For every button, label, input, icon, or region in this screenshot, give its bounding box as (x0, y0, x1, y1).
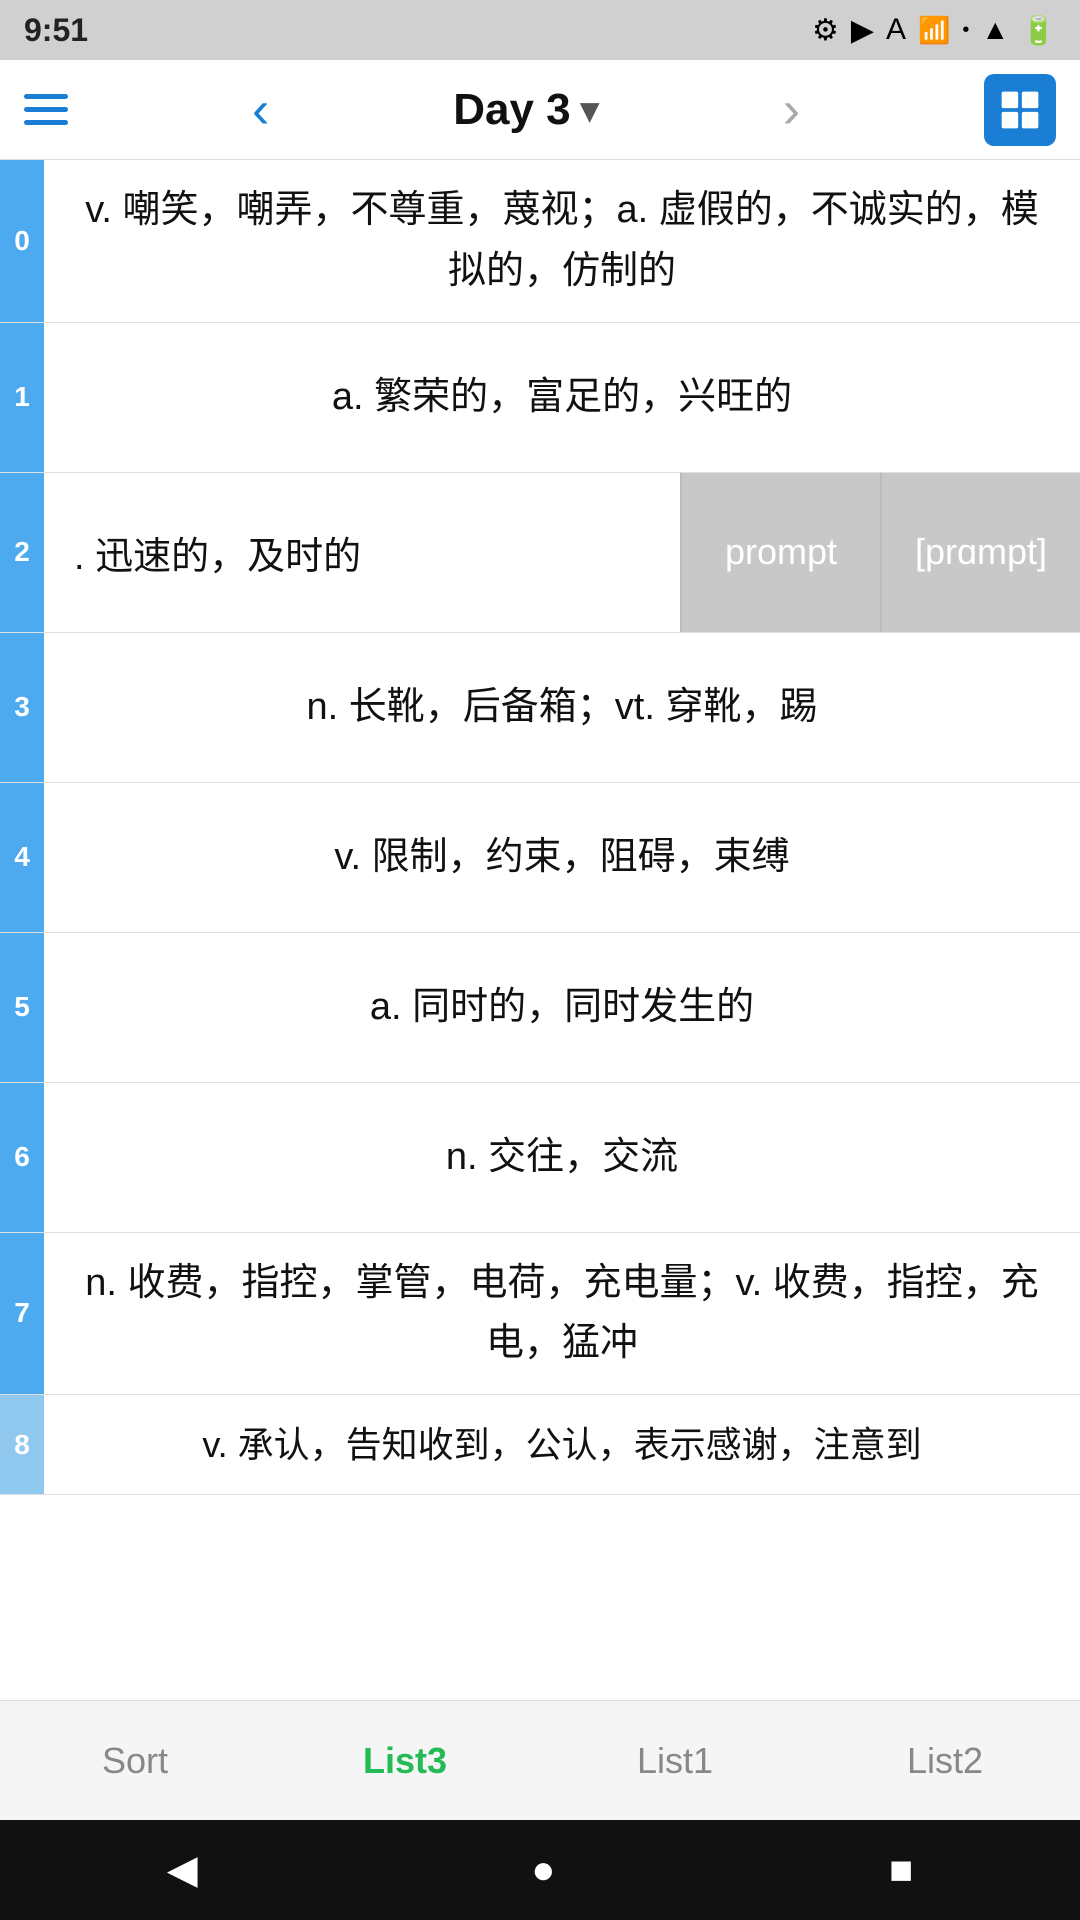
grid-view-button[interactable] (984, 74, 1056, 146)
signal-icon: ▲ (981, 14, 1009, 46)
chevron-down-icon: ▾ (581, 89, 599, 131)
word-partial-2: . 迅速的，及时的 (44, 473, 680, 632)
row-index-1: 1 (0, 323, 44, 472)
word-text-2: prompt (680, 473, 880, 632)
table-row[interactable]: 4 v. 限制，约束，阻碍，束缚 (0, 783, 1080, 933)
status-time: 9:51 (24, 12, 88, 49)
bottom-tabs: Sort List3 List1 List2 (0, 1700, 1080, 1820)
grid-icon (998, 88, 1042, 132)
table-row[interactable]: 8 v. 承认，告知收到，公认，表示感谢，注意到 (0, 1395, 1080, 1495)
word-definition-3: n. 长靴，后备箱；vt. 穿靴，踢 (44, 633, 1080, 782)
table-row[interactable]: 6 n. 交往，交流 (0, 1083, 1080, 1233)
word-popup-2: prompt [prɑmpt] (680, 473, 1080, 632)
table-row[interactable]: 1 a. 繁荣的，富足的，兴旺的 (0, 323, 1080, 473)
word-definition-1: a. 繁荣的，富足的，兴旺的 (44, 323, 1080, 472)
table-row[interactable]: 2 . 迅速的，及时的 prompt [prɑmpt] (0, 473, 1080, 633)
table-row[interactable]: 3 n. 长靴，后备箱；vt. 穿靴，踢 (0, 633, 1080, 783)
tab-list3[interactable]: List3 (270, 1701, 540, 1820)
word-definition-4: v. 限制，约束，阻碍，束缚 (44, 783, 1080, 932)
forward-button[interactable]: › (783, 80, 800, 140)
tab-list2[interactable]: List2 (810, 1701, 1080, 1820)
row-index-4: 4 (0, 783, 44, 932)
gear-icon: ⚙ (812, 13, 839, 48)
word-definition-0: v. 嘲笑，嘲弄，不尊重，蔑视；a. 虚假的，不诚实的，模拟的，仿制的 (44, 160, 1080, 322)
page-title: Day 3 (453, 85, 570, 135)
row-index-0: 0 (0, 160, 44, 322)
android-back-button[interactable]: ◀ (167, 1847, 198, 1893)
row-index-8: 8 (0, 1395, 44, 1494)
table-row[interactable]: 7 n. 收费，指控，掌管，电荷，充电量；v. 收费，指控，充电，猛冲 (0, 1233, 1080, 1396)
row-index-2: 2 (0, 473, 44, 632)
back-button[interactable]: ‹ (252, 84, 269, 136)
table-row[interactable]: 5 a. 同时的，同时发生的 (0, 933, 1080, 1083)
tab-sort[interactable]: Sort (0, 1701, 270, 1820)
word-definition-8: v. 承认，告知收到，公认，表示感谢，注意到 (44, 1395, 1080, 1494)
android-home-button[interactable]: ● (531, 1848, 555, 1893)
word-definition-7: n. 收费，指控，掌管，电荷，充电量；v. 收费，指控，充电，猛冲 (44, 1233, 1080, 1395)
dot-icon: • (962, 19, 969, 42)
word-definition-5: a. 同时的，同时发生的 (44, 933, 1080, 1082)
nav-bar: ‹ Day 3 ▾ › (0, 60, 1080, 160)
android-nav-bar: ◀ ● ■ (0, 1820, 1080, 1920)
word-phonetic-2: [prɑmpt] (880, 473, 1080, 632)
word-list: 0 v. 嘲笑，嘲弄，不尊重，蔑视；a. 虚假的，不诚实的，模拟的，仿制的 1 … (0, 160, 1080, 1700)
status-icons: ⚙ ▶ A 📶 • ▲ 🔋 (812, 13, 1056, 48)
word-definition-6: n. 交往，交流 (44, 1083, 1080, 1232)
row-index-5: 5 (0, 933, 44, 1082)
tab-list1[interactable]: List1 (540, 1701, 810, 1820)
row-index-3: 3 (0, 633, 44, 782)
wifi-icon: 📶 (918, 15, 950, 46)
play-icon: ▶ (851, 13, 874, 48)
hamburger-menu[interactable] (24, 94, 68, 125)
title-area[interactable]: Day 3 ▾ (453, 85, 599, 135)
table-row[interactable]: 0 v. 嘲笑，嘲弄，不尊重，蔑视；a. 虚假的，不诚实的，模拟的，仿制的 (0, 160, 1080, 323)
battery-icon: 🔋 (1021, 14, 1056, 47)
android-recent-button[interactable]: ■ (889, 1848, 913, 1893)
status-bar: 9:51 ⚙ ▶ A 📶 • ▲ 🔋 (0, 0, 1080, 60)
row-index-6: 6 (0, 1083, 44, 1232)
font-icon: A (886, 13, 906, 47)
row-index-7: 7 (0, 1233, 44, 1395)
